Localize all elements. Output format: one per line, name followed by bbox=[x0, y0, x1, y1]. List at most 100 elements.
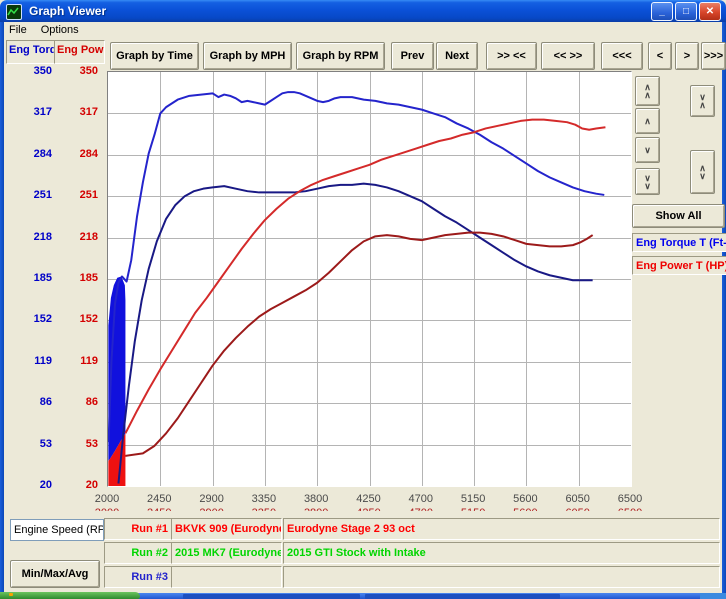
run2-file-field[interactable]: 2015 MK7 (Eurodyne, E bbox=[171, 542, 282, 564]
power-tick-251: 251 bbox=[56, 189, 98, 201]
next-button[interactable]: Next bbox=[436, 42, 478, 70]
run1-label: Run #1 bbox=[104, 518, 174, 540]
legend-eng-torque[interactable]: Eng Torque T (Ft-lb bbox=[632, 233, 726, 252]
pan-up-fast-button[interactable]: ∧ ∧ bbox=[635, 76, 660, 106]
min-max-avg-button[interactable]: Min/Max/Avg bbox=[10, 560, 100, 588]
rpm-tick-4700: 4700 bbox=[399, 493, 443, 505]
taskbar-task-button[interactable] bbox=[365, 594, 560, 599]
start-button[interactable] bbox=[0, 592, 140, 599]
run2-label: Run #2 bbox=[104, 542, 174, 564]
taskbar-tray bbox=[700, 593, 726, 599]
torque-tick-119: 119 bbox=[10, 355, 52, 367]
torque-axis-header-label: Eng Torque bbox=[9, 44, 57, 56]
clipped-red-tick: 3800 bbox=[294, 507, 338, 511]
torque-tick-284: 284 bbox=[10, 148, 52, 160]
power-axis-header: Eng Power bbox=[54, 40, 105, 64]
clipped-red-tick: 4250 bbox=[347, 507, 391, 511]
x-axis-title-field[interactable]: Engine Speed (RPM) bbox=[10, 519, 104, 541]
run3-note-field[interactable] bbox=[283, 566, 720, 588]
run3-label: Run #3 bbox=[104, 566, 174, 588]
power-tick-20: 20 bbox=[56, 479, 98, 491]
torque-tick-53: 53 bbox=[10, 438, 52, 450]
scroll-left-fast-button[interactable]: <<< bbox=[601, 42, 643, 70]
rpm-tick-3800: 3800 bbox=[294, 493, 338, 505]
torque-tick-317: 317 bbox=[10, 106, 52, 118]
power-tick-53: 53 bbox=[56, 438, 98, 450]
close-button[interactable]: ✕ bbox=[699, 2, 721, 21]
run3-file-field[interactable] bbox=[171, 566, 282, 588]
power-tick-317: 317 bbox=[56, 106, 98, 118]
clipped-red-tick: 5600 bbox=[503, 507, 547, 511]
graph-by-mph-button[interactable]: Graph by MPH bbox=[203, 42, 292, 70]
graph-by-time-button[interactable]: Graph by Time bbox=[110, 42, 199, 70]
run2-note-field[interactable]: 2015 GTI Stock with Intake bbox=[283, 542, 720, 564]
clipped-red-tick: 5150 bbox=[451, 507, 495, 511]
run1-note-field[interactable]: Eurodyne Stage 2 93 oct bbox=[283, 518, 720, 540]
rpm-tick-2450: 2450 bbox=[137, 493, 181, 505]
zoom-out-y-button[interactable]: ∧ ∨ bbox=[690, 150, 715, 194]
rpm-tick-6500: 6500 bbox=[608, 493, 652, 505]
scroll-left-button[interactable]: < bbox=[648, 42, 672, 70]
power-tick-284: 284 bbox=[56, 148, 98, 160]
series-run2-power bbox=[125, 233, 592, 456]
clipped-red-tick: 4700 bbox=[399, 507, 443, 511]
power-tick-185: 185 bbox=[56, 272, 98, 284]
prev-button[interactable]: Prev bbox=[391, 42, 434, 70]
series-run1-power bbox=[125, 120, 605, 434]
torque-tick-218: 218 bbox=[10, 231, 52, 243]
torque-tick-350: 350 bbox=[10, 65, 52, 77]
series-run2-torque bbox=[118, 184, 592, 484]
legend-eng-torque-label: Eng Torque T (Ft-lb bbox=[636, 237, 726, 249]
torque-tick-86: 86 bbox=[10, 396, 52, 408]
clipped-red-tick: 6050 bbox=[556, 507, 600, 511]
torque-axis-header: Eng Torque bbox=[6, 40, 57, 64]
rpm-tick-5600: 5600 bbox=[503, 493, 547, 505]
run1-file-field[interactable]: BKVK 909 (Eurodyne, M bbox=[171, 518, 282, 540]
power-tick-152: 152 bbox=[56, 313, 98, 325]
menu-file[interactable]: File bbox=[9, 24, 27, 36]
torque-tick-152: 152 bbox=[10, 313, 52, 325]
pan-down-fast-button[interactable]: ∨ ∨ bbox=[635, 168, 660, 195]
secondary-axis-clipped-row: 2000 2450 2900 3350 3800 4250 4700 5150 5600 6050… bbox=[0, 507, 726, 511]
window-title: Graph Viewer bbox=[29, 4, 106, 18]
show-all-button[interactable]: Show All bbox=[632, 204, 725, 228]
legend-eng-power-label: Eng Power T (HP) bbox=[636, 260, 726, 272]
minimize-button[interactable]: _ bbox=[651, 2, 673, 21]
windows-logo-icon bbox=[9, 593, 13, 596]
chart-svg bbox=[108, 72, 631, 486]
torque-tick-185: 185 bbox=[10, 272, 52, 284]
scroll-right-fast-button[interactable]: >>> bbox=[701, 42, 726, 70]
menu-bar: File Options bbox=[4, 22, 726, 38]
power-tick-119: 119 bbox=[56, 355, 98, 367]
graph-by-rpm-button[interactable]: Graph by RPM bbox=[296, 42, 385, 70]
title-bar[interactable]: Graph Viewer _ □ ✕ bbox=[0, 0, 726, 22]
power-tick-218: 218 bbox=[56, 231, 98, 243]
zoom-in-x-button[interactable]: >> << bbox=[486, 42, 537, 70]
rpm-tick-5150: 5150 bbox=[451, 493, 495, 505]
rpm-tick-2900: 2900 bbox=[190, 493, 234, 505]
clipped-red-tick: 2450 bbox=[137, 507, 181, 511]
chart-plot-area bbox=[107, 71, 632, 487]
taskbar-task-button[interactable] bbox=[183, 594, 360, 599]
pan-up-button[interactable]: ∧ bbox=[635, 108, 660, 134]
zoom-in-y-button[interactable]: ∨ ∧ bbox=[690, 85, 715, 117]
power-tick-86: 86 bbox=[56, 396, 98, 408]
clipped-red-tick: 6500 bbox=[608, 507, 652, 511]
rpm-tick-3350: 3350 bbox=[242, 493, 286, 505]
maximize-button[interactable]: □ bbox=[675, 2, 697, 21]
app-icon bbox=[6, 4, 22, 20]
power-axis-header-label: Eng Power bbox=[57, 44, 105, 56]
rpm-tick-2000: 2000 bbox=[85, 493, 129, 505]
zoom-out-x-button[interactable]: << >> bbox=[541, 42, 595, 70]
clipped-red-tick: 3350 bbox=[242, 507, 286, 511]
torque-tick-20: 20 bbox=[10, 479, 52, 491]
rpm-tick-6050: 6050 bbox=[556, 493, 600, 505]
menu-options[interactable]: Options bbox=[41, 24, 79, 36]
rpm-tick-4250: 4250 bbox=[347, 493, 391, 505]
scroll-right-button[interactable]: > bbox=[675, 42, 699, 70]
legend-eng-power[interactable]: Eng Power T (HP) bbox=[632, 256, 726, 275]
clipped-red-tick: 2900 bbox=[190, 507, 234, 511]
clipped-red-tick: 2000 bbox=[85, 507, 129, 511]
power-tick-350: 350 bbox=[56, 65, 98, 77]
pan-down-button[interactable]: ∨ bbox=[635, 137, 660, 163]
